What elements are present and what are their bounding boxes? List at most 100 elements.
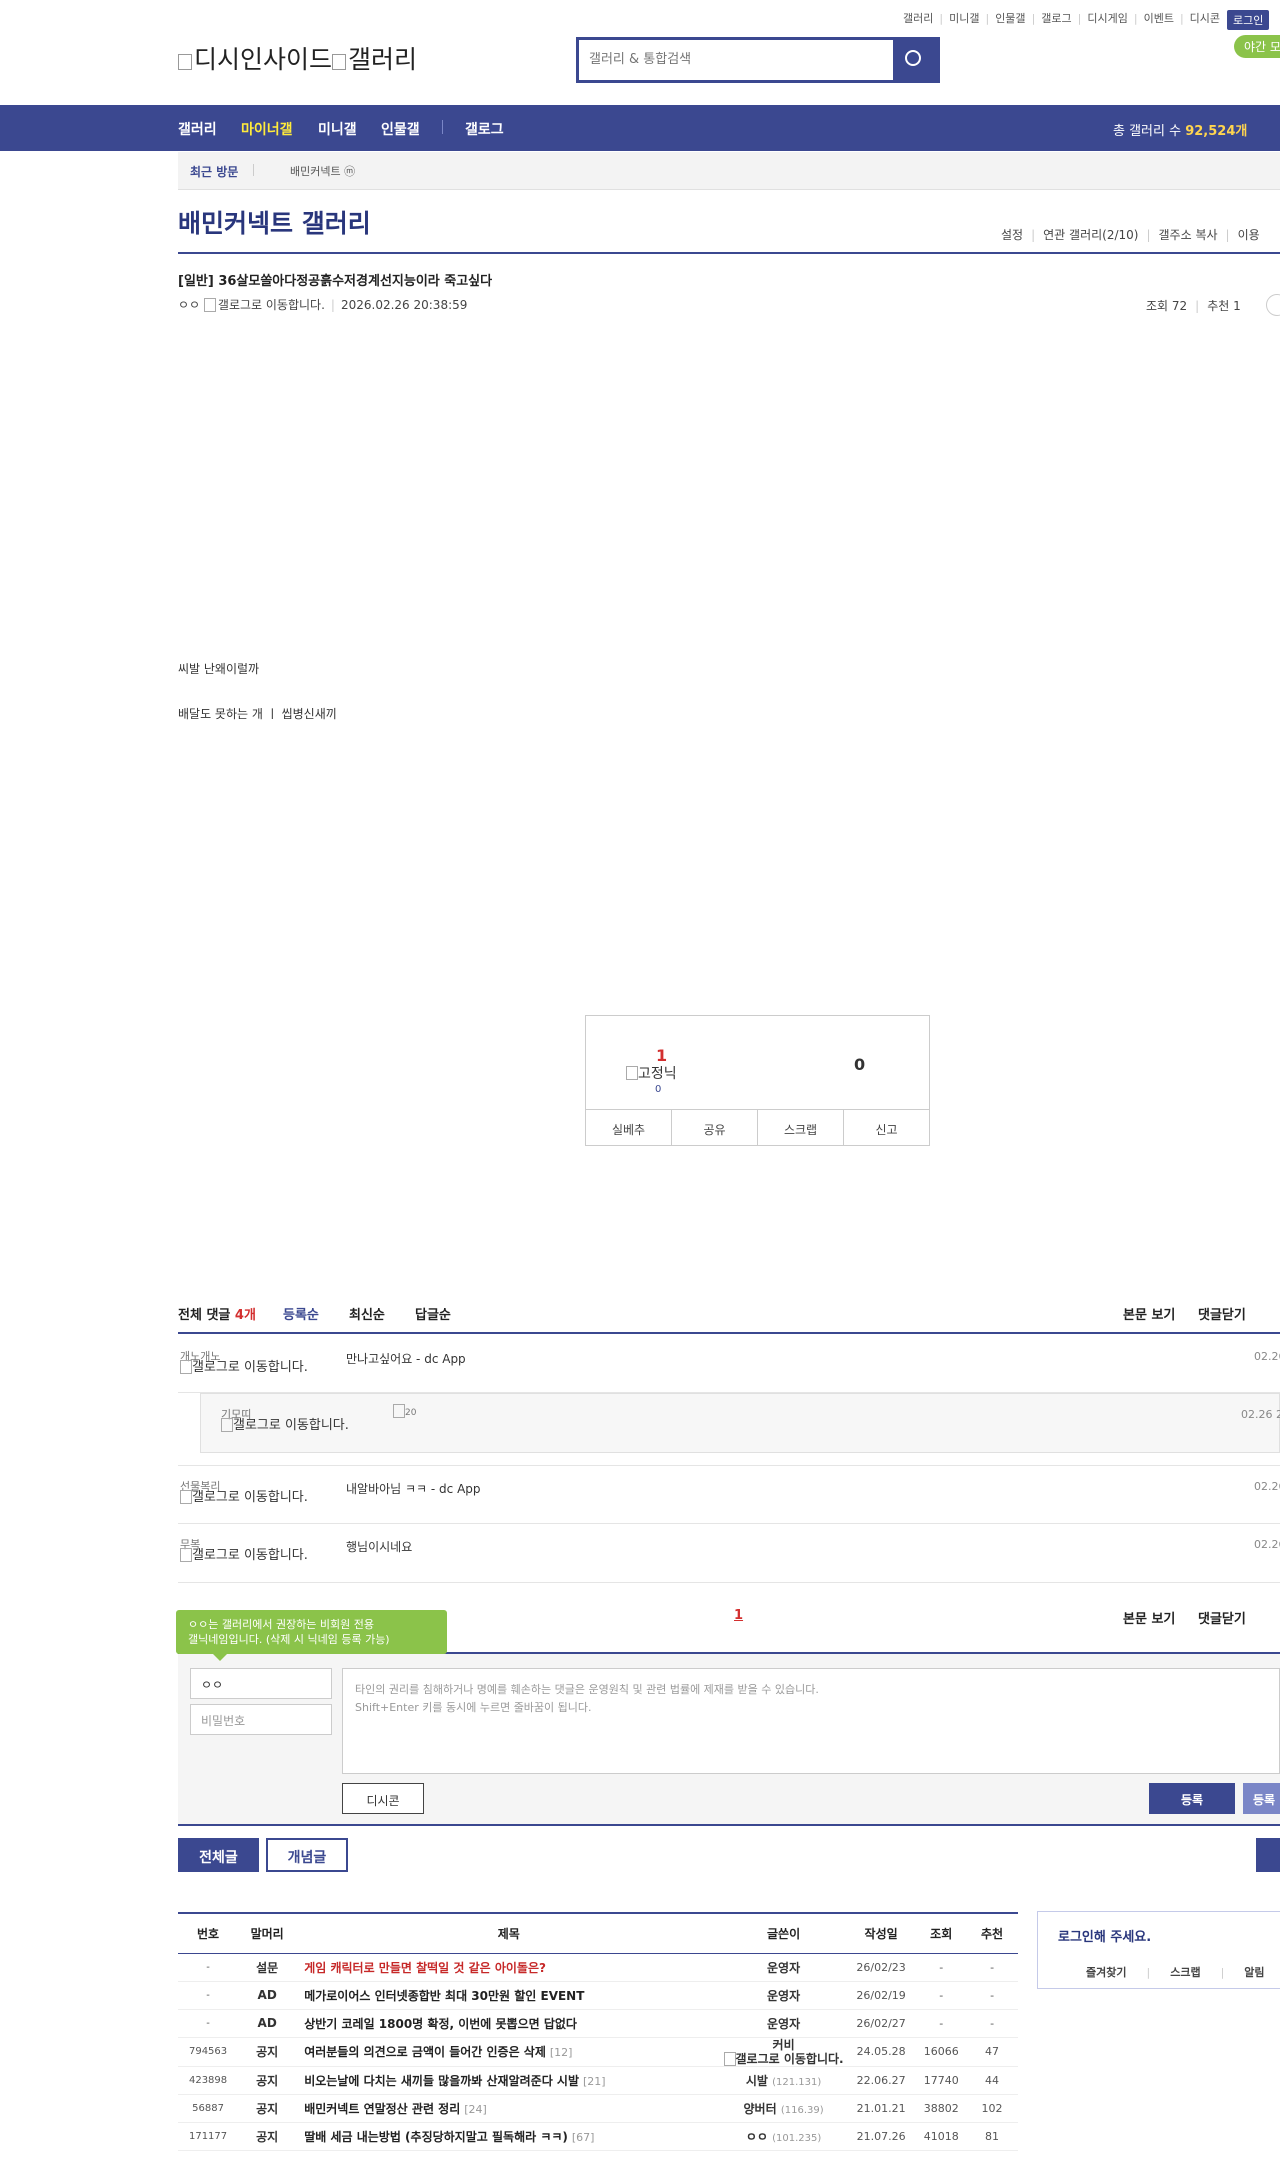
comment-item: 선물복리 갤로그로 이동합니다. 내알바아님 ㅋㅋ - dc App 02.26 [178, 1465, 1280, 1524]
col-head: 말머리 [238, 1912, 297, 1954]
broken-image-icon [180, 1490, 192, 1504]
nav-minor-gallery[interactable]: 마이너갤 [241, 119, 293, 139]
recommend-down-count[interactable]: 0 [854, 1055, 865, 1074]
post-link[interactable]: 배민커넥트 연말정산 관련 정리 [24] [296, 2094, 722, 2123]
search-box [576, 37, 940, 83]
all-posts-button[interactable]: 전체글 [178, 1838, 259, 1872]
comment-date: 02.26 2 [1241, 1408, 1280, 1421]
broken-image-icon [180, 1548, 192, 1562]
recent-visit-gallery[interactable]: 배민커넥트 ⓜ [290, 163, 355, 179]
best-posts-button[interactable]: 개념글 [266, 1838, 348, 1872]
report-button[interactable]: 신고 [844, 1110, 929, 1145]
gallery-settings[interactable]: 설정 [1001, 228, 1023, 242]
dccon-image: 20 [393, 1404, 425, 1418]
recommend-box: 1 고정닉 0 0 실베추 공유 스크랩 신고 [585, 1015, 930, 1146]
login-prompt[interactable]: 로그인해 주세요. [1058, 1926, 1151, 1945]
view-post-button-bottom[interactable]: 본문 보기 [1123, 1608, 1175, 1627]
post-link[interactable]: 비오는날에 다치는 새끼들 많을까봐 산재알려준다 시발 [21] [296, 2066, 722, 2095]
nav-gallog[interactable]: 갤로그 [465, 119, 504, 139]
sort-replies[interactable]: 답글순 [415, 1304, 451, 1323]
sort-registered[interactable]: 등록순 [283, 1304, 319, 1323]
comment-textarea[interactable]: 타인의 권리를 침해하거나 명예를 훼손하는 댓글은 운영원칙 및 관련 법률에… [342, 1668, 1280, 1774]
comment-text: 만나고싶어요 - dc App [346, 1352, 466, 1366]
col-writer: 글쓴이 [721, 1912, 846, 1954]
view-post-button[interactable]: 본문 보기 [1123, 1304, 1175, 1323]
best-recommend-button[interactable]: 실베추 [586, 1110, 672, 1145]
scrap-link[interactable]: 스크랩 [1170, 1966, 1200, 1979]
logo-text: 디시인사이드 [194, 45, 333, 74]
post-link[interactable]: 딸배 세금 내는방법 (추징당하지말고 필독해라 ㅋㅋ) [67] [296, 2122, 722, 2151]
write-button[interactable] [1256, 1838, 1280, 1872]
divider [253, 164, 254, 176]
recommend-actions: 실베추 공유 스크랩 신고 [586, 1109, 929, 1145]
register-button[interactable]: 등록 [1149, 1783, 1235, 1814]
gallery-usage[interactable]: 이용 [1238, 228, 1260, 242]
logo-text-gallery: 갤러리 [348, 45, 418, 74]
comment-text: 내알바아님 ㅋㅋ - dc App [346, 1482, 481, 1496]
scrap-button[interactable]: 스크랩 [758, 1110, 844, 1145]
comment-gallog-link[interactable]: 갤로그로 이동합니다. [221, 1418, 356, 1433]
sort-latest[interactable]: 최신순 [349, 1304, 385, 1323]
post-title: [일반] 36살모쏠아다정공흙수저경계선지능이라 죽고싶다 [178, 274, 493, 289]
main-nav: 갤러리 마이너갤 미니갤 인물갤 갤로그 총 갤러리 수 92,524개 [0, 105, 1280, 151]
alarm-link[interactable]: 알림 [1244, 1966, 1264, 1979]
post-recommends: 추천 1 [1207, 299, 1241, 313]
nickname-input[interactable]: ㅇㅇ [190, 1668, 332, 1699]
fixed-nick-count: 0 [655, 1084, 662, 1095]
post-link[interactable]: 게임 캐릭터로 만들면 찰떡일 것 같은 아이돌은? [296, 1953, 722, 1982]
col-views[interactable]: 조회 [916, 1912, 967, 1954]
logo[interactable]: 디시인사이드 갤러리 [178, 40, 417, 76]
comment-date: 02.26 [1254, 1350, 1280, 1363]
gallery-options: 설정 | 연관 갤러리(2/10) | 갤주소 복사 | 이용 [1001, 228, 1260, 242]
col-recommend[interactable]: 추천 [966, 1912, 1018, 1954]
login-button[interactable]: 로그인 [1227, 10, 1270, 30]
comment-write-area: ㅇㅇ 비밀번호 타인의 권리를 침해하거나 명예를 훼손하는 댓글은 운영원칙 … [178, 1652, 1280, 1826]
util-persongal[interactable]: 인물갤 [995, 12, 1025, 25]
share-button[interactable]: 공유 [672, 1110, 758, 1145]
post-link[interactable]: 여러분들의 의견으로 금액이 들어간 인증은 삭제 [12] [296, 2037, 722, 2067]
util-dcgame[interactable]: 디시게임 [1087, 12, 1127, 25]
broken-image-icon [180, 1360, 192, 1374]
dccon-button[interactable]: 디시콘 [342, 1783, 424, 1814]
more-options-button[interactable] [1266, 294, 1280, 316]
comment-gallog-link[interactable]: 갤로그로 이동합니다. [180, 1360, 315, 1375]
post-link[interactable]: 메가로이어스 인터넷종합반 최대 30만원 할인 EVENT [296, 1981, 722, 2010]
search-input[interactable] [579, 40, 889, 78]
util-minigal[interactable]: 미니갤 [949, 12, 979, 25]
post-author[interactable]: ㅇㅇ [178, 298, 200, 312]
nav-gallery[interactable]: 갤러리 [178, 119, 217, 139]
divider [178, 252, 1280, 254]
broken-image-icon [626, 1066, 638, 1080]
comment-gallog-link[interactable]: 갤로그로 이동합니다. [180, 1490, 315, 1505]
register-recommend-button[interactable]: 등록 [1243, 1783, 1280, 1814]
util-gallog[interactable]: 갤로그 [1041, 12, 1071, 25]
broken-image-icon [221, 1418, 233, 1432]
night-mode-button[interactable]: 야간 모드 [1234, 35, 1280, 58]
nickname-tooltip: ㅇㅇ는 갤러리에서 권장하는 비회원 전용 갤닉네임입니다. (삭제 시 닉네임… [176, 1610, 447, 1661]
broken-image-icon [203, 298, 216, 312]
password-input[interactable]: 비밀번호 [190, 1704, 332, 1735]
comment-page-1[interactable]: 1 [734, 1608, 743, 1623]
search-button[interactable] [893, 40, 937, 80]
table-row: - AD 메가로이어스 인터넷종합반 최대 30만원 할인 EVENT 운영자 26… [178, 1981, 1018, 2010]
gallery-title[interactable]: 배민커넥트 갤러리 [178, 204, 371, 240]
comment-gallog-link[interactable]: 갤로그로 이동합니다. [180, 1548, 315, 1563]
related-gallery[interactable]: 연관 갤러리(2/10) [1043, 228, 1138, 242]
recent-visit-title[interactable]: 최근 방문 [190, 163, 238, 180]
close-comments-button[interactable]: 댓글닫기 [1198, 1304, 1246, 1323]
col-date: 작성일 [845, 1912, 917, 1954]
util-event[interactable]: 이벤트 [1144, 12, 1174, 25]
util-dccon[interactable]: 디시콘 [1190, 12, 1220, 25]
util-gallery[interactable]: 갤러리 [903, 12, 933, 25]
table-row: 56887 공지 배민커넥트 연말정산 관련 정리 [24] 양버터 (116.39… [178, 2094, 1018, 2123]
comment-text: 행님이시네요 [346, 1540, 413, 1554]
comment-date: 02.26 [1254, 1538, 1280, 1551]
copy-gallery-url[interactable]: 갤주소 복사 [1159, 228, 1218, 242]
close-comments-button-bottom[interactable]: 댓글닫기 [1198, 1608, 1246, 1627]
author-gallog-link[interactable]: 갤로그로 이동합니다. [218, 298, 325, 312]
post-link[interactable]: 상반기 코레일 1800명 확정, 이번에 못뽑으면 답없다 [296, 2009, 722, 2038]
favorites-link[interactable]: 즐겨찾기 [1086, 1966, 1126, 1979]
nav-mini-gallery[interactable]: 미니갤 [318, 119, 357, 139]
nav-person-gallery[interactable]: 인물갤 [381, 119, 420, 139]
table-row: 423898 공지 비오는날에 다치는 새끼들 많을까봐 산재알려준다 시발 [21… [178, 2066, 1018, 2095]
